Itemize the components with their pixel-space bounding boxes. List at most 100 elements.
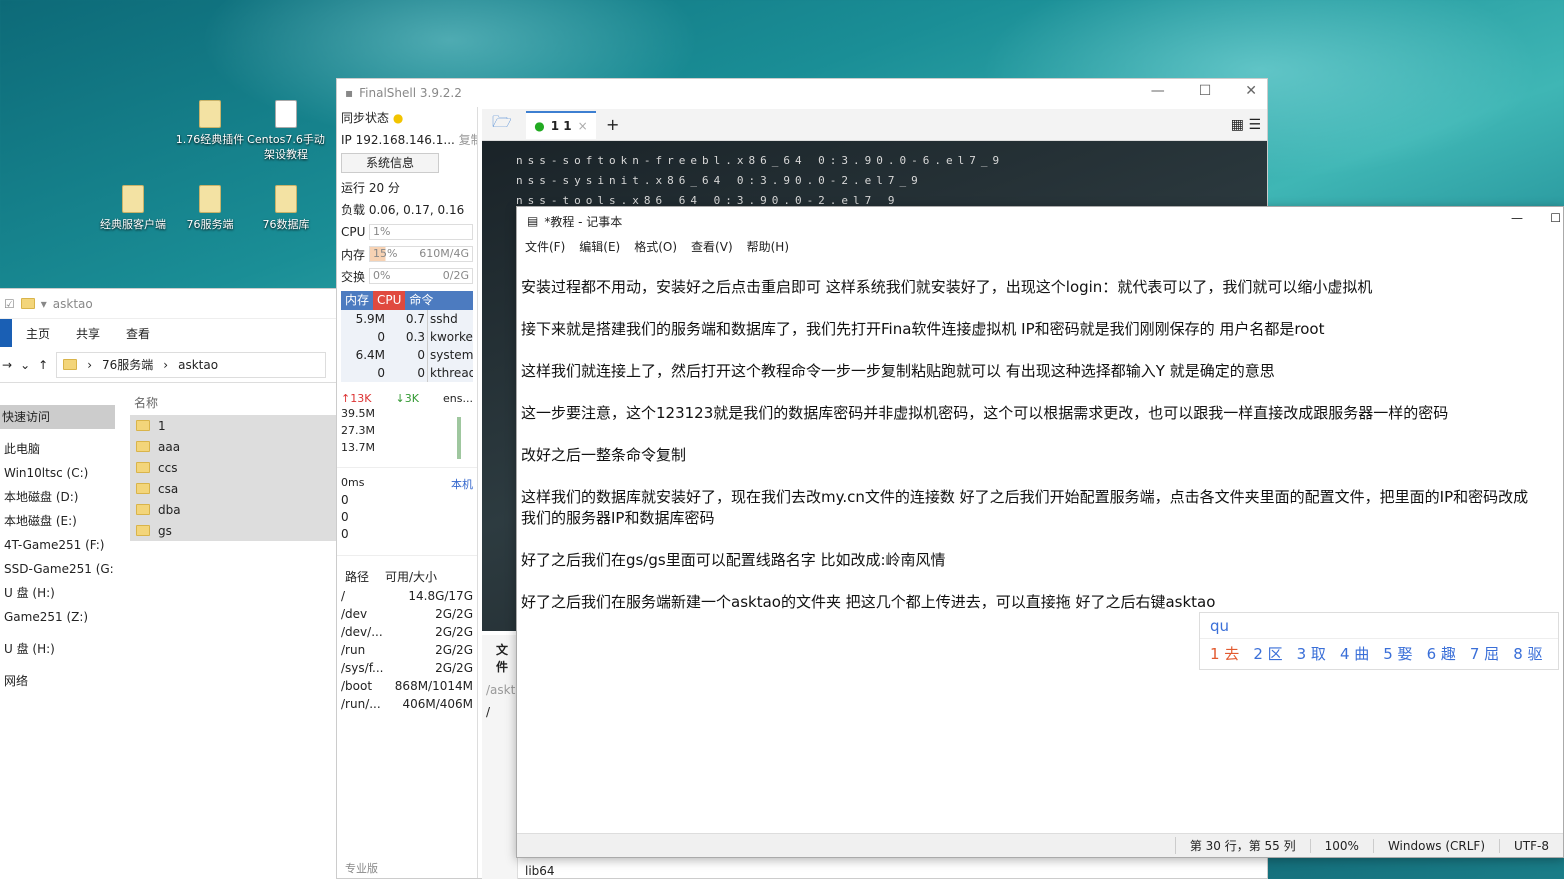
header-cmd[interactable]: 命令 <box>405 291 437 310</box>
folder-icon <box>199 100 221 128</box>
minimize-icon[interactable]: — <box>1511 211 1523 225</box>
document-icon <box>275 100 297 128</box>
dropdown-icon[interactable]: ▾ <box>41 297 47 311</box>
table-row[interactable]: 5.9M 0.7 sshd <box>341 310 473 328</box>
file-panel-tab[interactable]: 文件 <box>482 635 517 675</box>
window-controls: — ☐ ✕ <box>1151 83 1257 99</box>
tab-session[interactable]: ● 1 1 × <box>526 110 596 139</box>
list-item[interactable]: 1 <box>130 415 340 436</box>
menu-edit[interactable]: 编辑(E) <box>579 238 620 255</box>
app-icon: ▪ <box>345 86 354 100</box>
finalshell-title: FinalShell 3.9.2.2 <box>359 86 462 100</box>
menu-view[interactable]: 查看(V) <box>691 238 733 255</box>
column-header-name[interactable]: 名称 <box>130 391 340 415</box>
nav-drive-h[interactable]: U 盘 (H:) <box>0 581 115 605</box>
text-paragraph: 改好之后一整条命令复制 <box>521 446 687 464</box>
terminal-line: nss-sysinit.x86_64 0:3.90.0-2.el7_9 <box>516 174 923 187</box>
notepad-text-area[interactable]: 安装过程都不用动，安装好之后点击重启即可 这样系统我们就安装好了，出现这个log… <box>521 277 1543 634</box>
ping-host-select[interactable]: 本机 <box>451 476 473 492</box>
header-mem[interactable]: 内存 <box>341 291 373 310</box>
copy-button[interactable]: 复制 <box>459 133 477 147</box>
zoom-level: 100% <box>1309 838 1373 853</box>
breadcrumb-asktao[interactable]: asktao <box>178 358 218 372</box>
ribbon-tab-home[interactable]: 主页 <box>26 325 50 342</box>
menu-file[interactable]: 文件(F) <box>525 238 565 255</box>
ime-candidates: 1 去 2 区 3 取 4 曲 5 娶 6 趣 7 屈 8 驱 <box>1200 639 1558 668</box>
nav-quick-access[interactable]: 快速访问 <box>0 405 115 429</box>
desktop-icon-centos-guide[interactable]: Centos7.6手动架设教程 <box>246 100 326 162</box>
desktop-icon-client[interactable]: 经典服客户端 <box>93 185 173 232</box>
folder-icon <box>136 483 150 494</box>
close-icon[interactable]: ✕ <box>1245 83 1257 99</box>
desktop-icon-database[interactable]: 76数据库 <box>246 185 326 232</box>
system-info-button[interactable]: 系统信息 <box>341 153 439 173</box>
ime-candidate[interactable]: 1 去 <box>1210 643 1239 664</box>
back-arrow-icon[interactable]: → <box>2 358 12 372</box>
folder-open-icon[interactable]: 🗁 <box>492 111 512 138</box>
ime-candidate[interactable]: 2 区 <box>1253 643 1282 664</box>
desktop-icon-plugin[interactable]: 1.76经典插件 <box>170 100 250 147</box>
checkbox-icon[interactable]: ☑ <box>4 297 15 311</box>
table-row[interactable]: 00.3kworker <box>341 328 473 346</box>
desktop-icon-server[interactable]: 76服务端 <box>170 185 250 232</box>
notepad-titlebar: ▤ *教程 - 记事本 — ☐ <box>517 207 1563 235</box>
sync-status: 同步状态 ● <box>341 111 404 125</box>
table-row: /sys/f... 2G/2G <box>341 661 473 675</box>
chevron-down-icon[interactable]: ⌄ <box>20 358 30 372</box>
list-item[interactable]: ccs <box>130 457 340 478</box>
net-interface-select[interactable]: ens... <box>443 392 473 405</box>
net-download: ↓3K <box>395 392 419 405</box>
folder-icon <box>20 298 35 309</box>
folder-icon <box>275 185 297 213</box>
file-panel-path[interactable]: /askt <box>482 675 517 697</box>
list-item[interactable]: dba <box>130 499 340 520</box>
nav-drive-f[interactable]: 4T-Game251 (F:) <box>0 533 115 557</box>
list-item[interactable]: csa <box>130 478 340 499</box>
swap-meter: 交换 0% 0/2G <box>337 265 477 287</box>
nav-usb-h[interactable]: U 盘 (H:) <box>0 637 115 661</box>
table-row[interactable]: 00kthreadd <box>341 364 473 382</box>
ime-candidate[interactable]: 5 娶 <box>1383 643 1412 664</box>
notepad-title: *教程 - 记事本 <box>544 214 623 229</box>
ime-candidate[interactable]: 3 取 <box>1297 643 1326 664</box>
nav-this-pc[interactable]: 此电脑 <box>0 437 115 461</box>
tab-close-icon[interactable]: × <box>578 119 588 133</box>
ime-candidate[interactable]: 7 屈 <box>1470 643 1499 664</box>
maximize-icon[interactable]: ☐ <box>1550 211 1561 225</box>
add-tab-icon[interactable]: + <box>606 115 619 134</box>
nav-drive-z[interactable]: Game251 (Z:) <box>0 605 115 629</box>
system-monitor-panel: 同步状态 ● IP 192.168.146.1... 复制 系统信息 运行 20… <box>337 107 478 878</box>
breadcrumb-server[interactable]: 76服务端 <box>102 356 153 373</box>
text-paragraph: 接下来就是搭建我们的服务端和数据库了，我们先打开Fina软件连接虚拟机 IP和密… <box>521 320 1325 338</box>
ime-candidate[interactable]: 6 趣 <box>1427 643 1456 664</box>
nav-drive-e[interactable]: 本地磁盘 (E:) <box>0 509 115 533</box>
nav-network[interactable]: 网络 <box>0 669 115 693</box>
minimize-icon[interactable]: — <box>1151 83 1165 99</box>
header-cpu[interactable]: CPU <box>373 291 406 310</box>
up-arrow-icon[interactable]: ↑ <box>38 358 48 372</box>
nav-drive-c[interactable]: Win10ltsc (C:) <box>0 461 115 485</box>
ime-candidate[interactable]: 8 驱 <box>1513 643 1542 664</box>
session-tabs: 🗁 ● 1 1 × + ▦ ☰ <box>482 109 1267 141</box>
ime-candidate[interactable]: 4 曲 <box>1340 643 1369 664</box>
nav-drive-d[interactable]: 本地磁盘 (D:) <box>0 485 115 509</box>
ribbon-file-tab[interactable] <box>0 319 12 347</box>
list-item[interactable]: aaa <box>130 436 340 457</box>
explorer-titlebar: ☑ ▾ asktao <box>0 289 340 319</box>
file-tree-root[interactable]: / <box>482 697 517 719</box>
ribbon-tab-share[interactable]: 共享 <box>76 325 100 342</box>
table-row[interactable]: 6.4M0systemd <box>341 346 473 364</box>
terminal-line: nss-softokn-freebl.x86_64 0:3.90.0-6.el7… <box>516 154 1005 167</box>
list-item[interactable]: gs <box>130 520 340 541</box>
menu-format[interactable]: 格式(O) <box>634 238 677 255</box>
address-bar[interactable]: › 76服务端 › asktao <box>56 351 327 378</box>
explorer-ribbon: 主页 共享 查看 <box>0 319 340 347</box>
menu-help[interactable]: 帮助(H) <box>747 238 789 255</box>
file-tree-item[interactable]: lib64 <box>525 864 555 878</box>
folder-icon <box>136 525 150 536</box>
ribbon-tab-view[interactable]: 查看 <box>126 325 150 342</box>
maximize-icon[interactable]: ☐ <box>1199 83 1212 99</box>
layout-icon[interactable]: ▦ ☰ <box>1231 117 1261 133</box>
nav-drive-g[interactable]: SSD-Game251 (G: <box>0 557 115 581</box>
table-row: /boot 868M/1014M <box>341 679 473 693</box>
